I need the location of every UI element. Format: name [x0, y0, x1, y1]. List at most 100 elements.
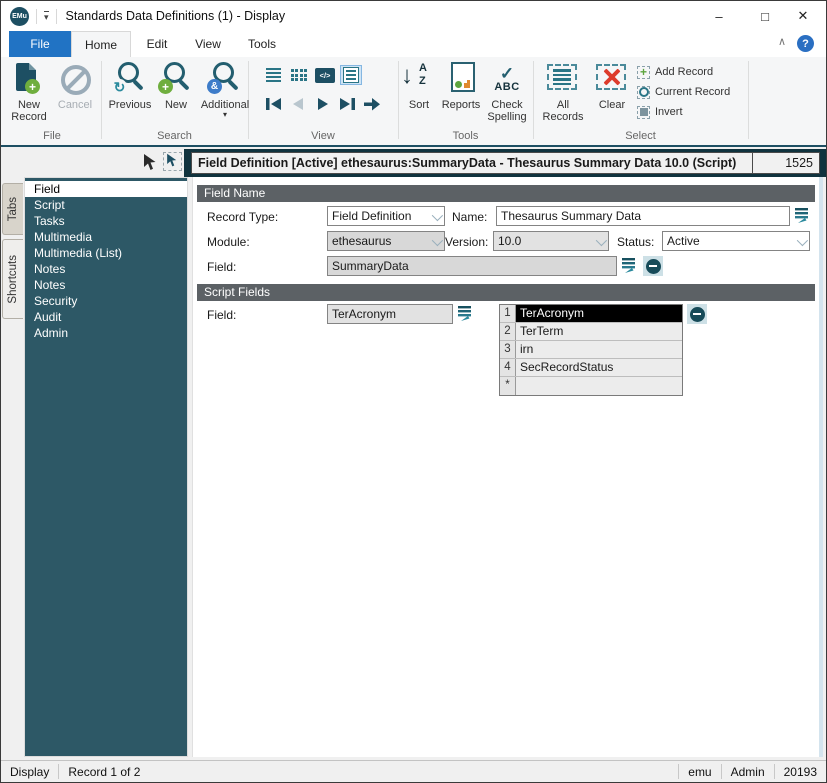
search-previous-button[interactable]: ↻ Previous	[105, 61, 155, 111]
minimize-button[interactable]: –	[702, 1, 736, 31]
row-value[interactable]: TerAcronym	[516, 305, 682, 322]
sort-button[interactable]: ↓ AZ Sort	[400, 61, 438, 111]
field-input[interactable]: SummaryData	[327, 256, 617, 276]
next-record-button[interactable]	[312, 93, 334, 115]
script-field-input[interactable]: TerAcronym	[327, 304, 453, 324]
sidebar-item-security[interactable]: Security	[25, 293, 187, 309]
select-group-label: Select	[533, 130, 748, 142]
status-record-position: Record 1 of 2	[59, 765, 149, 779]
goto-arrow-icon	[361, 93, 383, 115]
section-header-field-name: Field Name	[197, 185, 815, 202]
select-all-pointer-icon[interactable]	[163, 152, 182, 171]
script-fields-grid: 1 TerAcronym 2 TerTerm 3 irn 4 SecRecord…	[499, 304, 683, 396]
invert-selection-button[interactable]: Invert	[637, 103, 747, 121]
sidebar-item-notes-2[interactable]: Notes	[25, 277, 187, 293]
add-record-button[interactable]: + Add Record	[637, 63, 747, 81]
sidebar-item-notes[interactable]: Notes	[25, 261, 187, 277]
collapse-ribbon-icon[interactable]: ∧	[778, 35, 786, 48]
module-combo[interactable]: ethesaurus	[327, 231, 445, 251]
goto-record-button[interactable]	[361, 93, 383, 115]
current-record-icon	[637, 86, 650, 99]
version-combo[interactable]: 10.0	[493, 231, 609, 251]
section-header-script-fields: Script Fields	[197, 284, 815, 301]
record-type-combo[interactable]: Field Definition	[327, 206, 445, 226]
row-value[interactable]: SecRecordStatus	[516, 359, 682, 376]
previous-record-button	[288, 93, 310, 115]
grid-row[interactable]: 4 SecRecordStatus	[500, 359, 682, 377]
sidebar-item-tasks[interactable]: Tasks	[25, 213, 187, 229]
side-tab-tabs[interactable]: Tabs	[2, 183, 23, 235]
current-record-button[interactable]: Current Record	[637, 83, 747, 101]
grid-row[interactable]: 3 irn	[500, 341, 682, 359]
remove-grid-row-button[interactable]	[687, 304, 707, 324]
reports-button[interactable]: Reports	[439, 61, 483, 111]
row-number: 4	[500, 359, 516, 376]
title-bar: EMu ▾ Standards Data Definitions (1) - D…	[1, 1, 826, 31]
window-title: Standards Data Definitions (1) - Display	[66, 9, 286, 23]
tab-home[interactable]: Home	[71, 31, 131, 57]
row-value[interactable]: TerTerm	[516, 323, 682, 340]
view-list-button[interactable]	[262, 65, 284, 85]
sidebar-item-script[interactable]: Script	[25, 197, 187, 213]
sort-icon: ↓ AZ	[399, 61, 439, 97]
check-spelling-icon: ✓ ABC	[487, 61, 527, 97]
skip-last-icon	[336, 93, 358, 115]
row-value[interactable]: irn	[516, 341, 682, 358]
last-record-button[interactable]	[336, 93, 358, 115]
list-view-icon	[266, 66, 281, 84]
sidebar-item-audit[interactable]: Audit	[25, 309, 187, 325]
tab-view[interactable]: View	[183, 31, 233, 57]
invert-selection-icon	[637, 106, 650, 119]
remove-value-button[interactable]	[643, 256, 663, 276]
ribbon-tab-row: File Home Edit View Tools	[1, 31, 826, 57]
sidebar-item-multimedia[interactable]: Multimedia	[25, 229, 187, 245]
chevron-down-icon	[797, 235, 808, 246]
cancel-button: Cancel	[53, 61, 97, 111]
check-spelling-button[interactable]: ✓ ABC Check Spelling	[483, 61, 531, 123]
search-additional-button[interactable]: & Additional ▾	[197, 61, 253, 118]
search-new-button[interactable]: + New	[158, 61, 194, 111]
row-value[interactable]	[516, 377, 682, 395]
view-xml-button[interactable]: </>	[314, 65, 336, 85]
grid-row[interactable]: 1 TerAcronym	[500, 305, 682, 323]
group-divider	[101, 61, 102, 139]
new-record-button[interactable]: + New Record	[6, 61, 52, 123]
minus-icon	[646, 259, 661, 274]
all-records-button[interactable]: All Records	[538, 61, 588, 123]
titlebar-divider	[56, 9, 57, 24]
tab-file[interactable]: File	[9, 31, 71, 57]
search-additional-icon: &	[205, 61, 245, 97]
ribbon: + New Record Cancel File ↻ Previous + Ne…	[1, 57, 826, 147]
row-number: 2	[500, 323, 516, 340]
first-record-button[interactable]	[263, 93, 285, 115]
grid-view-icon	[291, 69, 308, 81]
sidebar-item-multimedia-list[interactable]: Multimedia (List)	[25, 245, 187, 261]
lookup-list-icon[interactable]	[793, 206, 813, 226]
chevron-down-icon	[596, 235, 607, 246]
grid-row[interactable]: 2 TerTerm	[500, 323, 682, 341]
cursor-arrow-icon	[141, 153, 158, 172]
tab-edit[interactable]: Edit	[133, 31, 181, 57]
select-pointer-icon[interactable]	[141, 153, 158, 175]
field-label: Field:	[207, 260, 236, 274]
help-button[interactable]: ?	[797, 35, 814, 52]
clear-button[interactable]: Clear	[591, 61, 633, 111]
details-view-icon	[343, 67, 359, 83]
name-input[interactable]: Thesaurus Summary Data	[496, 206, 790, 226]
status-bar: Display Record 1 of 2 emu Admin 20193	[1, 760, 826, 782]
lookup-list-icon[interactable]	[620, 256, 640, 276]
view-details-button[interactable]	[340, 65, 362, 85]
titlebar-divider	[36, 9, 37, 24]
sidebar-item-admin[interactable]: Admin	[25, 325, 187, 341]
maximize-button[interactable]: □	[748, 1, 782, 31]
form-edge-strip	[819, 177, 823, 757]
view-grid-button[interactable]	[288, 65, 310, 85]
tab-tools[interactable]: Tools	[235, 31, 289, 57]
close-button[interactable]: ✕	[786, 1, 820, 31]
quick-access-caret-icon[interactable]: ▾	[44, 11, 49, 22]
status-combo[interactable]: Active	[662, 231, 810, 251]
grid-row-new[interactable]: *	[500, 377, 682, 395]
lookup-list-icon[interactable]	[456, 304, 476, 324]
sidebar-item-field[interactable]: Field	[25, 181, 187, 197]
side-tab-shortcuts[interactable]: Shortcuts	[2, 239, 23, 319]
